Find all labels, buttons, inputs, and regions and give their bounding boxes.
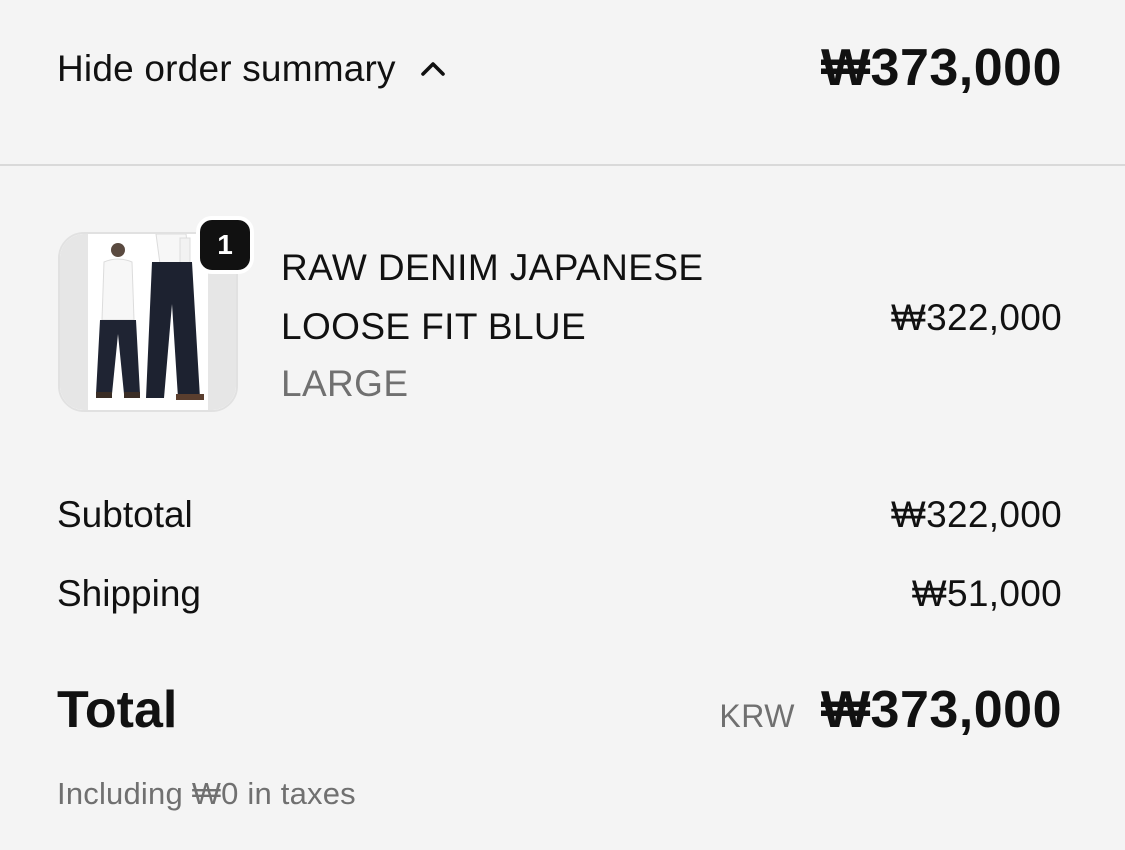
order-summary-header: Hide order summary ₩373,000 xyxy=(0,0,1125,166)
header-total-price: ₩373,000 xyxy=(820,39,1062,97)
total-amount-group: KRW ₩373,000 xyxy=(719,680,1062,740)
tax-note: Including ₩0 in taxes xyxy=(57,776,356,811)
product-name-line-2: LOOSE FIT BLUE xyxy=(281,306,587,347)
currency-code: KRW xyxy=(719,698,795,734)
subtotal-value: ₩322,000 xyxy=(890,494,1062,535)
quantity-badge: 1 xyxy=(196,216,254,274)
hide-order-summary-toggle[interactable]: Hide order summary xyxy=(57,42,450,96)
shipping-value: ₩51,000 xyxy=(911,573,1062,614)
product-name: RAW DENIM JAPANESE LOOSE FIT BLUE xyxy=(281,238,801,356)
total-label: Total xyxy=(57,681,178,739)
subtotal-label: Subtotal xyxy=(57,494,193,535)
shipping-label: Shipping xyxy=(57,573,202,614)
product-variant: LARGE xyxy=(281,363,409,404)
chevron-up-icon xyxy=(420,62,445,76)
product-name-line-1: RAW DENIM JAPANESE xyxy=(281,247,704,288)
order-summary-page: Hide order summary ₩373,000 1 RAW DENIM … xyxy=(0,0,1125,850)
toggle-label: Hide order summary xyxy=(57,48,396,89)
product-thumbnail-wrapper: 1 xyxy=(58,216,254,412)
product-price: ₩322,000 xyxy=(890,297,1062,338)
total-value: ₩373,000 xyxy=(820,681,1062,739)
